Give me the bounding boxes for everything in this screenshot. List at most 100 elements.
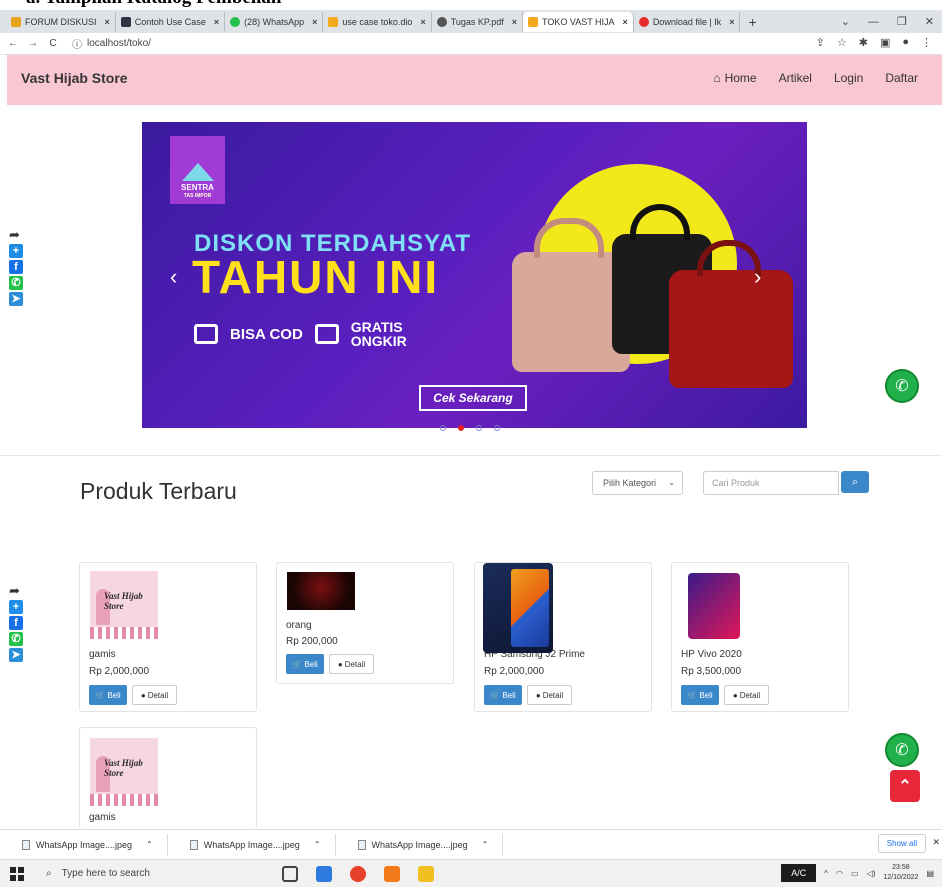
tab-forum[interactable]: FORUM DISKUSI × (6, 11, 116, 32)
nav-login[interactable]: Login (834, 71, 863, 85)
tab-use-case-toko[interactable]: use case toko.dio × (323, 11, 432, 32)
url-field[interactable]: ⓘ localhost/toko/ (72, 36, 151, 51)
maximize-icon[interactable]: ❐ (897, 15, 907, 28)
share-plus-icon[interactable]: + (9, 244, 23, 258)
detail-button[interactable]: ● Detail (132, 685, 177, 705)
forward-icon[interactable]: → (26, 38, 40, 49)
close-tab-icon[interactable]: × (623, 17, 628, 27)
tab-toko-vast-hijab[interactable]: TOKO VAST HIJA × (523, 11, 634, 32)
nav-home[interactable]: ⌂ Home (713, 71, 756, 85)
logo-text: SENTRA (181, 183, 214, 192)
hijab-logo-text: Vast Hijab (104, 758, 143, 768)
taskbar-search[interactable]: ⌕ Type here to search (46, 868, 150, 879)
volume-icon[interactable]: ◁) (867, 869, 876, 878)
profile-avatar-icon[interactable]: ● (902, 36, 909, 49)
cek-sekarang-button[interactable]: Cek Sekarang (419, 385, 527, 411)
show-all-button[interactable]: Show all (877, 834, 926, 853)
telegram-icon[interactable]: ➤ (9, 648, 23, 662)
facebook-icon[interactable]: f (9, 616, 23, 630)
tab-label: TOKO VAST HIJA (542, 16, 615, 27)
tab-label: FORUM DISKUSI (25, 16, 97, 27)
window-controls: ⌄ — ❐ ✕ (841, 10, 942, 33)
whatsapp-float-button[interactable]: ✆ (885, 733, 919, 767)
close-window-icon[interactable]: ✕ (925, 15, 934, 28)
download-item[interactable]: WhatsApp Image....jpeg ⌃ (168, 833, 336, 856)
new-tab-button[interactable]: + (740, 14, 764, 30)
scroll-to-top-button[interactable]: ⌃ (890, 770, 920, 802)
brand-logo[interactable]: Vast Hijab Store (21, 70, 128, 86)
sidebar-icon[interactable]: ▣ (880, 36, 890, 49)
tray-chevron-icon[interactable]: ^ (824, 869, 828, 878)
url-text: localhost/toko/ (87, 38, 151, 49)
tab-contoh-use-case[interactable]: Contoh Use Case × (116, 11, 226, 32)
buy-button[interactable]: 🛒 Beli (681, 685, 719, 705)
tray-ac-label[interactable]: A/C (781, 864, 817, 882)
chevron-up-icon[interactable]: ⌃ (314, 840, 321, 849)
extensions-icon[interactable]: ✱ (859, 36, 868, 49)
notification-icon[interactable]: ▤ (926, 869, 934, 878)
chevron-up-icon[interactable]: ⌃ (146, 840, 153, 849)
close-tab-icon[interactable]: × (420, 17, 425, 27)
share-arrow-icon[interactable]: ➦ (9, 228, 23, 242)
share-arrow-icon[interactable]: ➦ (9, 584, 23, 598)
whatsapp-icon[interactable]: ✆ (9, 276, 23, 290)
tab-whatsapp[interactable]: (28) WhatsApp × (225, 11, 324, 32)
minimize-icon[interactable]: — (868, 16, 879, 28)
download-item[interactable]: WhatsApp Image....jpeg ⌃ (0, 833, 168, 856)
product-price: Rp 200,000 (286, 636, 338, 647)
detail-button[interactable]: ● Detail (329, 654, 374, 674)
close-tab-icon[interactable]: × (214, 17, 219, 27)
close-tab-icon[interactable]: × (105, 17, 110, 27)
carousel-indicator[interactable] (476, 425, 482, 431)
tab-search-icon[interactable]: ⌄ (841, 15, 850, 28)
close-tab-icon[interactable]: × (512, 17, 517, 27)
file-explorer-icon[interactable] (418, 866, 434, 882)
whatsapp-icon[interactable]: ✆ (9, 632, 23, 646)
windows-start-icon[interactable] (10, 866, 24, 881)
menu-icon[interactable]: ⋮ (921, 36, 932, 49)
xampp-icon[interactable] (384, 866, 400, 882)
telegram-icon[interactable]: ➤ (9, 292, 23, 306)
chevron-up-icon[interactable]: ⌃ (482, 840, 489, 849)
reload-icon[interactable]: C (46, 38, 60, 49)
close-tab-icon[interactable]: × (729, 17, 734, 27)
tab-tugas-kp[interactable]: Tugas KP.pdf × (432, 11, 524, 32)
chrome-icon[interactable] (350, 866, 366, 882)
facebook-icon[interactable]: f (9, 260, 23, 274)
tab-download-file[interactable]: Download file | Ik × (634, 11, 741, 32)
carousel-indicator[interactable] (440, 425, 446, 431)
product-image: Vast Hijab Store (90, 571, 158, 639)
buy-button[interactable]: 🛒 Beli (484, 685, 522, 705)
search-button[interactable]: ⌕ (841, 471, 869, 493)
search-input[interactable]: Cari Produk (703, 471, 839, 495)
favicon-icon (11, 16, 21, 27)
battery-icon[interactable]: ▭ (851, 869, 859, 878)
close-tab-icon[interactable]: × (312, 17, 317, 27)
buy-button[interactable]: 🛒 Beli (286, 654, 324, 674)
buy-button[interactable]: 🛒 Beli (89, 685, 127, 705)
hijab-logo-text: Vast Hijab (104, 591, 143, 601)
whatsapp-float-button[interactable]: ✆ (885, 369, 919, 403)
carousel-prev-icon[interactable]: ‹ (170, 264, 177, 290)
carousel-indicator-active[interactable] (458, 425, 464, 431)
carousel-indicator[interactable] (494, 425, 500, 431)
carousel-next-icon[interactable]: › (754, 264, 761, 290)
document-heading-text: a. Tampilan Katalog Pembelian (26, 0, 281, 9)
detail-button[interactable]: ● Detail (724, 685, 769, 705)
share-icon[interactable]: ⇪ (816, 36, 825, 49)
close-icon[interactable]: ✕ (932, 837, 940, 848)
detail-button[interactable]: ● Detail (527, 685, 572, 705)
nav-artikel[interactable]: Artikel (779, 71, 812, 85)
network-icon[interactable]: ◠ (836, 869, 843, 878)
nav-daftar[interactable]: Daftar (885, 71, 918, 85)
taskbar-clock[interactable]: 23:58 12/10/2022 (883, 863, 918, 883)
product-image (287, 572, 355, 610)
bookmark-star-icon[interactable]: ☆ (837, 36, 847, 49)
tab-label: Download file | Ik (652, 16, 722, 27)
share-plus-icon[interactable]: + (9, 600, 23, 614)
download-item[interactable]: WhatsApp Image....jpeg ⌃ (336, 833, 504, 856)
task-view-icon[interactable] (282, 866, 298, 882)
category-select[interactable]: Pilih Kategori ⌄ (592, 471, 683, 495)
back-icon[interactable]: ← (6, 38, 20, 49)
vscode-icon[interactable] (316, 866, 332, 882)
